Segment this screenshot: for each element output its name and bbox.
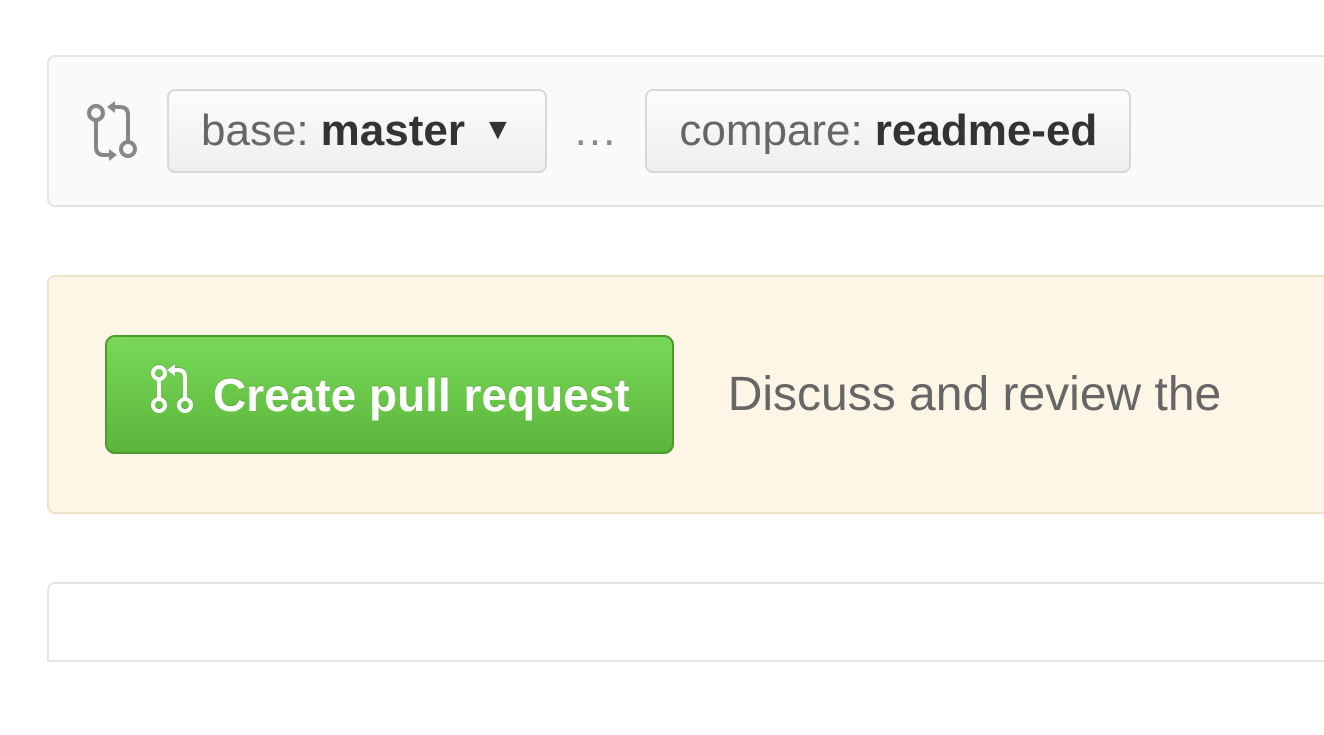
- compare-separator: ...: [575, 106, 618, 156]
- compare-prefix-label: compare:: [679, 109, 862, 153]
- create-pr-button-label: Create pull request: [213, 368, 630, 422]
- create-pr-description: Discuss and review the: [728, 367, 1222, 422]
- compare-bar: base: master ▼ ... compare: readme-ed: [47, 55, 1324, 207]
- create-pull-request-button[interactable]: Create pull request: [105, 335, 674, 454]
- lower-panel: [47, 582, 1324, 662]
- base-branch-name: master: [321, 109, 465, 153]
- base-branch-select[interactable]: base: master ▼: [167, 89, 547, 173]
- caret-down-icon: ▼: [483, 115, 513, 145]
- git-pull-request-icon: [149, 363, 195, 426]
- compare-branch-name: readme-ed: [875, 109, 1098, 153]
- compare-branch-select[interactable]: compare: readme-ed: [645, 89, 1131, 173]
- create-pr-panel: Create pull request Discuss and review t…: [47, 275, 1324, 514]
- base-prefix-label: base:: [201, 109, 309, 153]
- git-compare-icon: [85, 101, 139, 161]
